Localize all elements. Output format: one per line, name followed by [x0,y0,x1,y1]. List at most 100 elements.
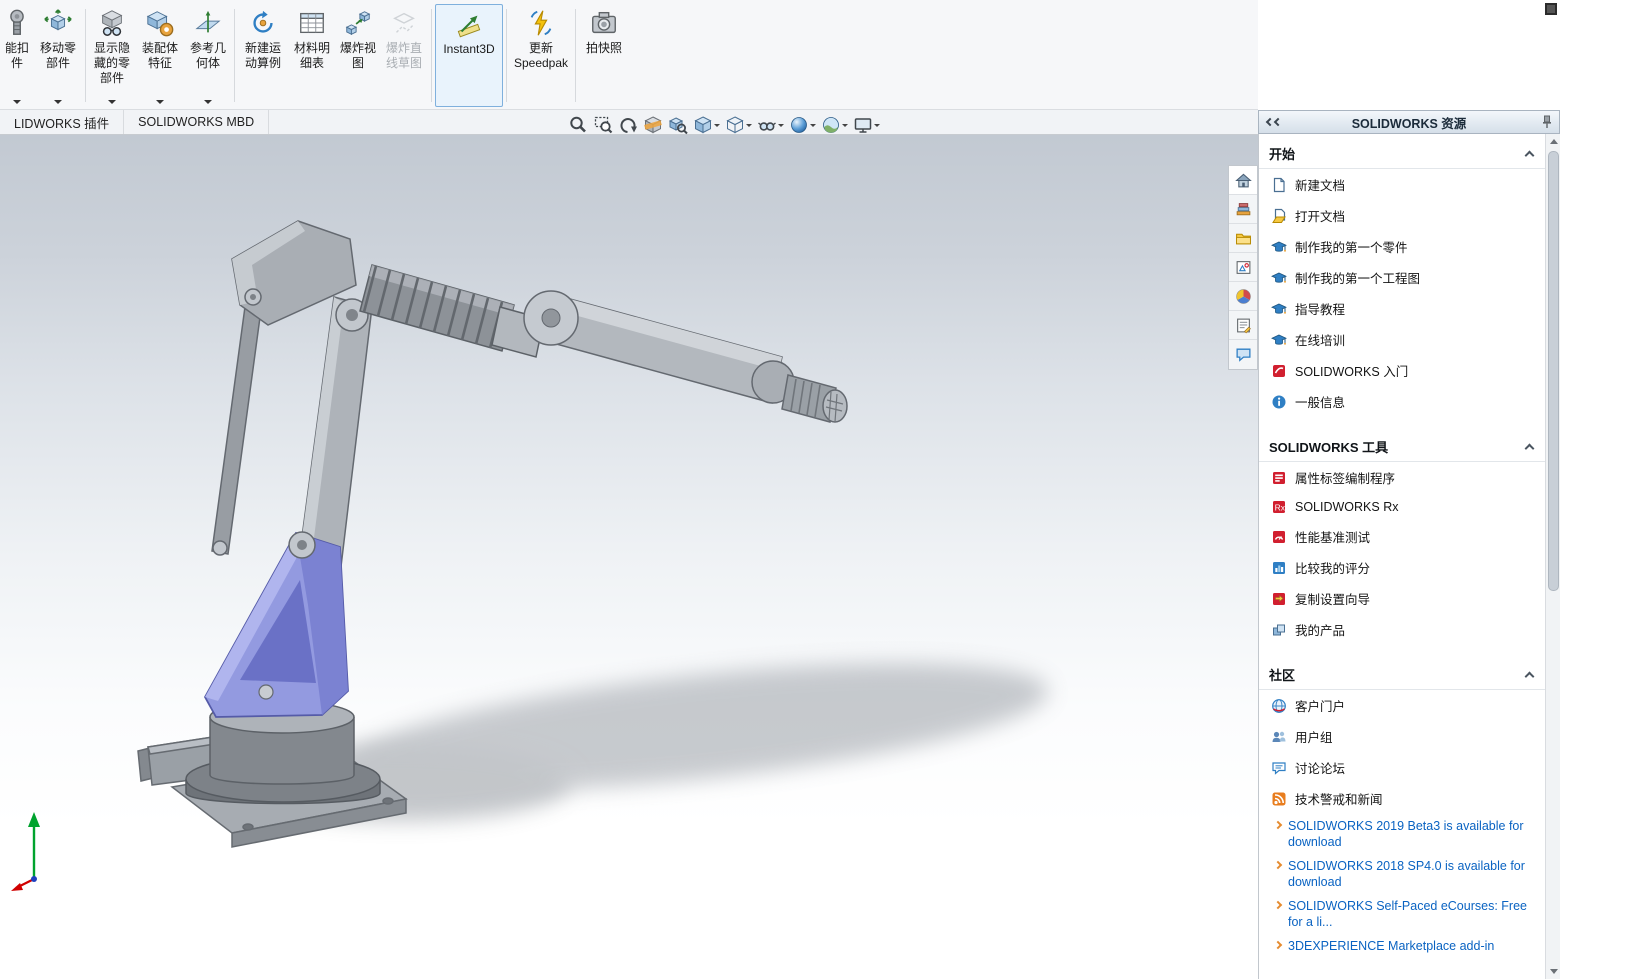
pane-item-first-drawing[interactable]: 制作我的第一个工程图 [1259,262,1545,293]
dropdown-arrow-icon[interactable] [54,100,62,104]
section-community: 社区 客户门户 用户组 讨论论坛 技术警戒和新闻 SOLIDWORKS 2019… [1259,659,1545,958]
dropdown-arrow-icon[interactable] [156,100,164,104]
pane-item-property-tab-builder[interactable]: 属性标签编制程序 [1259,462,1545,493]
tab-solidworks-resources[interactable] [1229,166,1257,195]
display-style-button[interactable] [723,113,754,137]
tab-design-library[interactable] [1229,195,1257,224]
task-pane-title: SOLIDWORKS 资源 [1281,113,1537,132]
smart-fasteners-icon [2,8,32,38]
pane-item-copy-settings-wizard[interactable]: 复制设置向导 [1259,583,1545,614]
pane-item-new-document[interactable]: 新建文档 [1259,169,1545,200]
rear-linkage[interactable] [212,292,263,555]
pane-item-discussion-forum[interactable]: 讨论论坛 [1259,752,1545,783]
ribbon-button-label: 新建运动算例 [240,41,286,71]
edit-appearance-button[interactable] [787,113,818,137]
pin-icon[interactable] [1541,115,1553,129]
bellows-spring[interactable] [360,265,544,357]
zoom-to-area-button[interactable] [591,113,615,137]
tab-view-palette[interactable] [1229,253,1257,282]
tab-solidworks-mbd[interactable]: SOLIDWORKS MBD [124,110,269,134]
section-header[interactable]: 开始 [1259,138,1545,169]
previous-view-button[interactable] [616,113,640,137]
dropdown-arrow-icon[interactable] [204,100,212,104]
pane-item-online-training[interactable]: 在线培训 [1259,324,1545,355]
ribbon-button-assembly-features[interactable]: 装配体特征 [135,4,185,107]
ribbon-button-new-motion-study[interactable]: 新建运动算例 [238,4,288,107]
show-hidden-components-icon [97,8,127,38]
assembly-features-icon [145,8,175,38]
dropdown-arrow-icon[interactable] [874,124,880,127]
ribbon-button-reference-geometry[interactable]: 参考几何体 [185,4,231,107]
ribbon-separator [431,9,432,102]
dropdown-arrow-icon[interactable] [778,124,784,127]
dropdown-arrow-icon[interactable] [746,124,752,127]
news-link[interactable]: 3DEXPERIENCE Marketplace add-in [1259,934,1545,958]
pane-item-user-groups[interactable]: 用户组 [1259,721,1545,752]
view-orientation-button[interactable] [691,113,722,137]
ribbon-button-show-hidden-components[interactable]: 显示隐藏的零部件 [89,4,135,107]
ribbon-button-smart-fasteners[interactable]: 能扣件 [0,4,34,107]
dropdown-arrow-icon[interactable] [108,100,116,104]
hide-show-items-button[interactable] [755,113,786,137]
pane-item-getting-started[interactable]: SOLIDWORKS 入门 [1259,355,1545,386]
scroll-up-button[interactable] [1546,134,1561,149]
dropdown-arrow-icon[interactable] [842,124,848,127]
collapse-section-icon[interactable] [1525,671,1535,681]
new-motion-study-icon [248,8,278,38]
news-link[interactable]: SOLIDWORKS Self-Paced eCourses: Free for… [1259,894,1545,934]
zoom-to-area-icon [593,115,613,135]
ribbon-separator [234,9,235,102]
pane-item-first-part[interactable]: 制作我的第一个零件 [1259,231,1545,262]
section-view-button[interactable] [641,113,665,137]
graphics-area[interactable] [0,135,1258,979]
view-settings-button[interactable] [851,113,882,137]
window-control-fragment[interactable] [1545,3,1557,15]
task-pane-scrollbar[interactable] [1545,134,1560,979]
news-link[interactable]: SOLIDWORKS 2018 SP4.0 is available for d… [1259,854,1545,894]
ribbon-button-bill-of-materials[interactable]: 材料明细表 [288,4,336,107]
dynamic-annotation-views-button[interactable] [666,113,690,137]
dropdown-arrow-icon[interactable] [810,124,816,127]
collapse-pane-button[interactable] [1267,119,1281,125]
news-link[interactable]: SOLIDWORKS 2019 Beta3 is available for d… [1259,814,1545,854]
purple-link[interactable] [205,532,348,717]
ribbon-button-exploded-view[interactable]: 爆炸视图 [336,4,380,107]
ribbon-button-move-component[interactable]: 移动零部件 [34,4,82,107]
scroll-down-button[interactable] [1546,964,1561,979]
scroll-down-icon [1550,969,1558,974]
pane-item-solidworks-rx[interactable]: SOLIDWORKS Rx [1259,493,1545,521]
tab-appearances-scenes[interactable] [1229,282,1257,311]
pane-item-tech-alerts-news[interactable]: 技术警戒和新闻 [1259,783,1545,814]
zoom-to-fit-button[interactable] [566,113,590,137]
pane-item-performance-benchmark[interactable]: 性能基准测试 [1259,521,1545,552]
tab-file-explorer[interactable] [1229,224,1257,253]
wrist-end-effector[interactable] [752,361,847,422]
pane-item-open-document[interactable]: 打开文档 [1259,200,1545,231]
ribbon-button-update-speedpak[interactable]: 更新Speedpak [510,4,572,107]
pane-item-compare-score[interactable]: 比较我的评分 [1259,552,1545,583]
tab-custom-properties[interactable] [1229,311,1257,340]
dropdown-arrow-icon[interactable] [714,124,720,127]
section-header[interactable]: SOLIDWORKS 工具 [1259,431,1545,462]
ap​ply-scene-button[interactable] [819,113,850,137]
pane-item-general-info[interactable]: 一般信息 [1259,386,1545,417]
pane-item-my-products[interactable]: 我的产品 [1259,614,1545,645]
dropdown-arrow-icon[interactable] [13,100,21,104]
tab-solidworks-forum[interactable] [1229,340,1257,369]
robot-arm-model[interactable] [0,135,1258,979]
ribbon-button-instant3d[interactable]: Instant3D [435,4,503,107]
ribbon-button-take-snapshot[interactable]: 拍快照 [579,4,629,107]
collapse-section-icon[interactable] [1525,443,1535,453]
tab-solidworks-addins[interactable]: LIDWORKS 插件 [0,110,124,134]
scroll-thumb[interactable] [1548,151,1559,591]
pane-item-tutorials[interactable]: 指导教程 [1259,293,1545,324]
forearm[interactable] [524,291,782,403]
tutorial-cap-icon [1271,301,1287,317]
pane-item-customer-portal[interactable]: 客户门户 [1259,690,1545,721]
collapse-section-icon[interactable] [1525,150,1535,160]
exploded-view-icon [343,8,373,38]
tutorial-cap-icon [1271,332,1287,348]
section-header[interactable]: 社区 [1259,659,1545,690]
appearances-ball-icon [1235,288,1252,305]
ribbon-button-label: 更新Speedpak [512,41,570,71]
